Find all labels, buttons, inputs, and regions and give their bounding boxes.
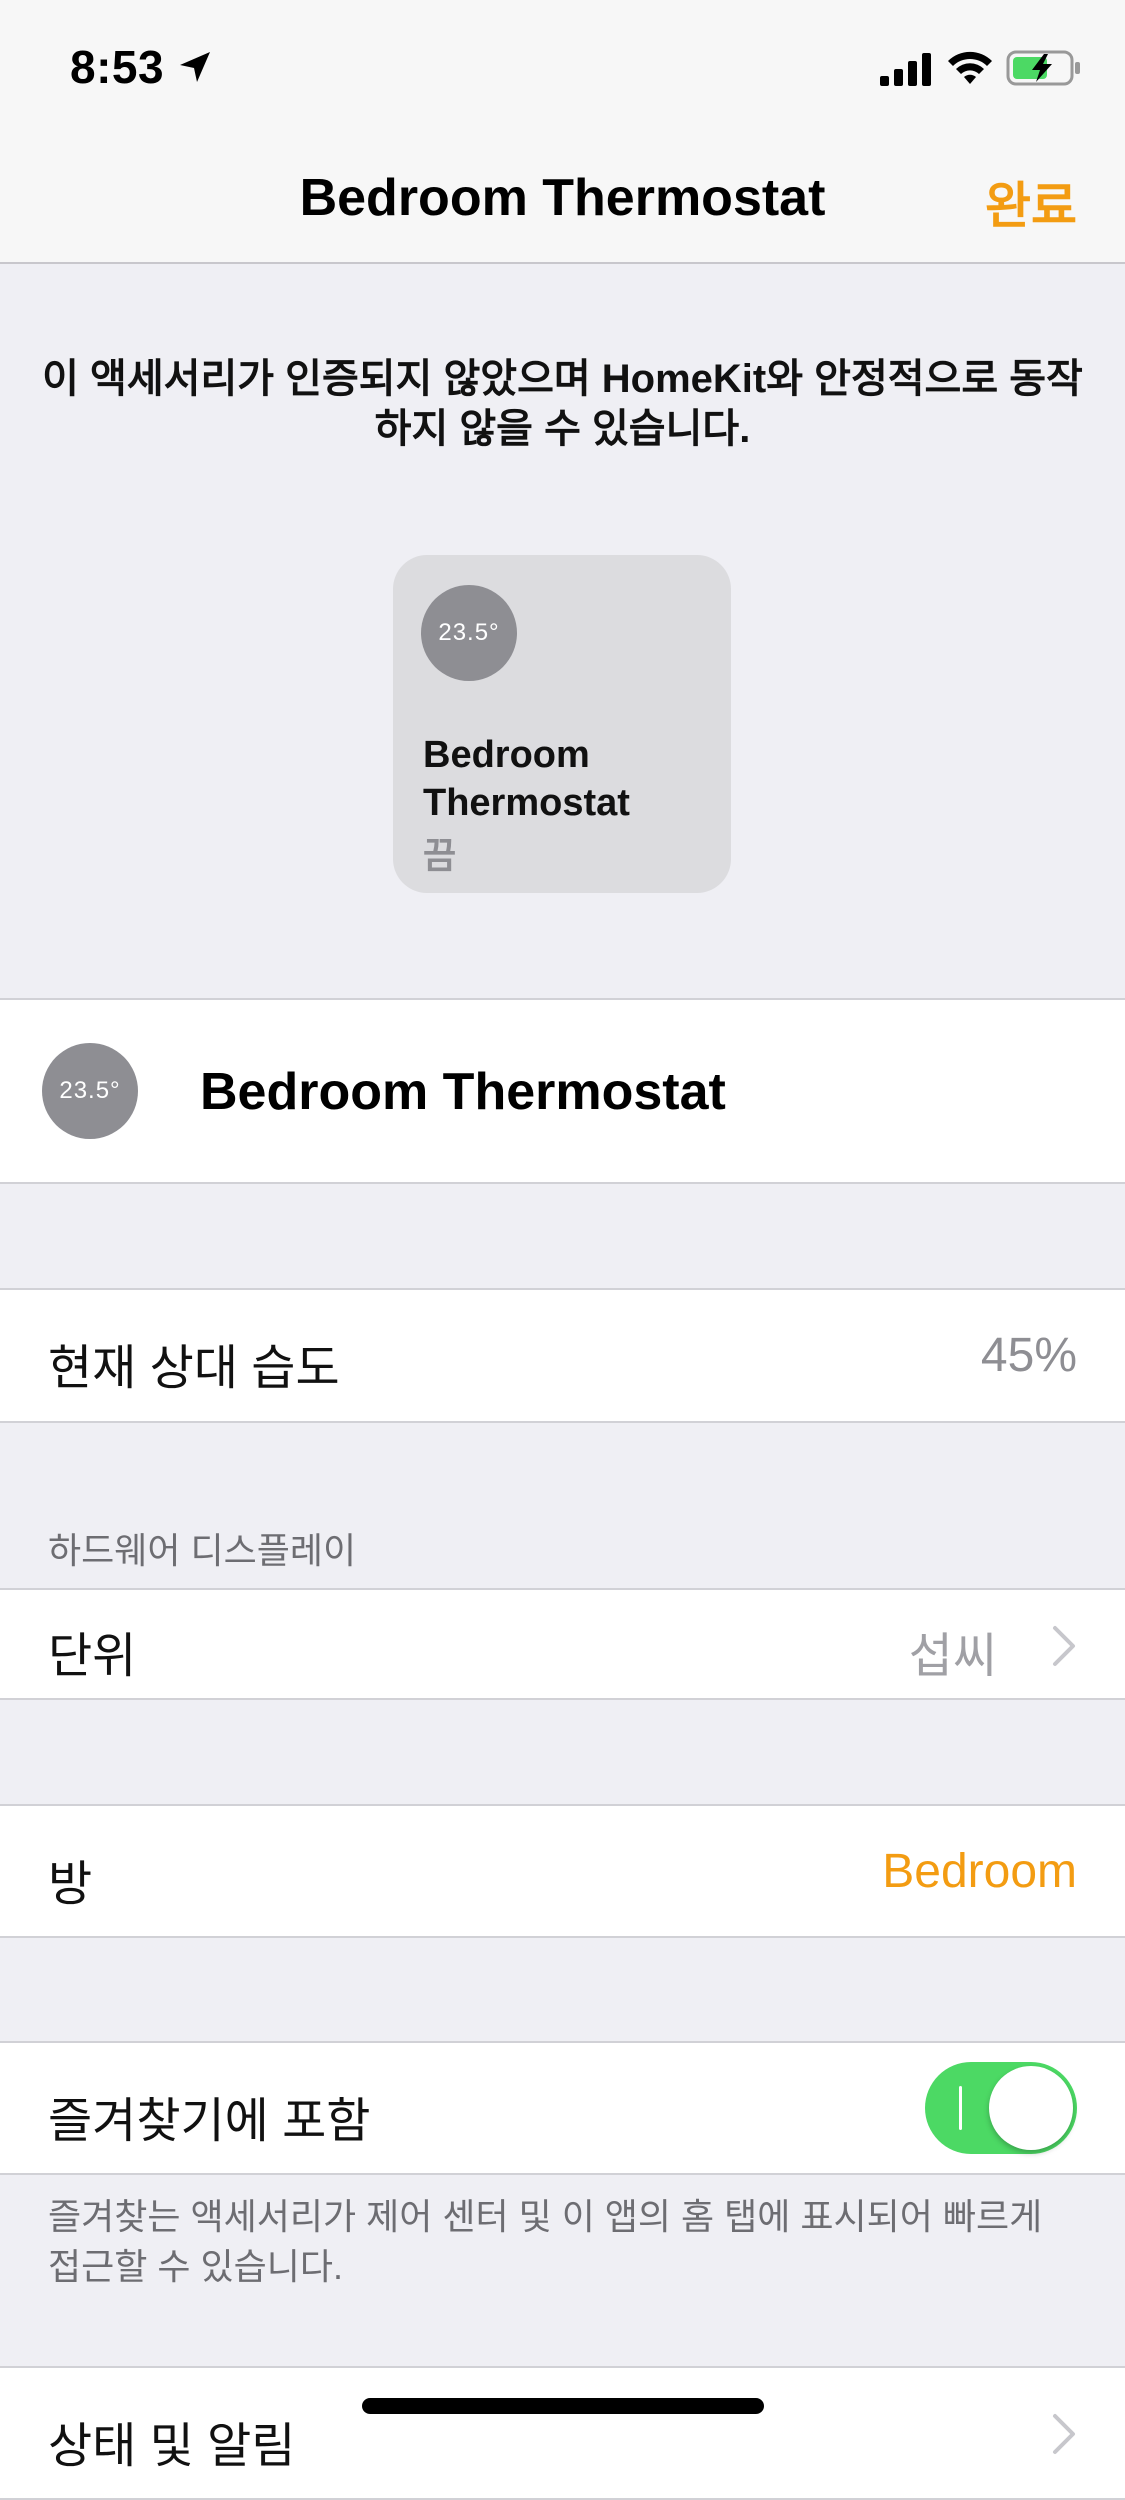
- accessory-tile[interactable]: 23.5° Bedroom Thermostat 끔: [393, 555, 731, 893]
- done-button[interactable]: 완료: [985, 166, 1077, 238]
- status-notifications-row[interactable]: 상태 및 알림: [0, 2366, 1125, 2500]
- location-arrow-icon: [180, 52, 210, 82]
- nav-title: Bedroom Thermostat: [299, 169, 826, 227]
- humidity-value: 45%: [980, 1329, 1077, 1382]
- home-indicator[interactable]: [362, 2398, 764, 2414]
- room-value[interactable]: Bedroom: [882, 1844, 1077, 1899]
- section-header-hardware-display: 하드웨어 디스플레이: [48, 1530, 357, 1571]
- unit-label: 단위: [48, 1630, 137, 1683]
- cellular-signal-icon: [880, 53, 931, 86]
- favorites-label: 즐겨찾기에 포함: [48, 2095, 371, 2148]
- humidity-label: 현재 상대 습도: [48, 1342, 340, 1395]
- tile-name: Bedroom Thermostat: [423, 734, 630, 824]
- accessory-name[interactable]: Bedroom Thermostat: [200, 1062, 726, 1122]
- unit-value: 섭씨: [908, 1630, 997, 1683]
- favorites-toggle[interactable]: [925, 2062, 1077, 2154]
- room-row[interactable]: 방 Bedroom: [0, 1804, 1125, 1938]
- toggle-on-mark: [959, 2086, 962, 2130]
- thermostat-icon: 23.5°: [42, 1043, 138, 1139]
- chevron-right-icon: [1053, 2414, 1075, 2454]
- room-label: 방: [48, 1858, 93, 1911]
- tile-status: 끔: [423, 835, 457, 876]
- status-notifications-label: 상태 및 알림: [48, 2420, 296, 2473]
- unit-row[interactable]: 단위 섭씨: [0, 1588, 1125, 1700]
- uncertified-warning: 이 액세서리가 인증되지 않았으며 HomeKit와 안정적으로 동작하지 않을…: [42, 357, 1083, 451]
- status-time: 8:53: [70, 41, 165, 93]
- humidity-row: 현재 상대 습도 45%: [0, 1288, 1125, 1423]
- wifi-icon: [948, 51, 992, 84]
- toggle-knob: [989, 2066, 1073, 2150]
- battery-charging-icon: [1006, 50, 1080, 86]
- favorites-note: 즐겨찾는 액세서리가 제어 센터 및 이 앱의 홈 탭에 표시되어 빠르게 접근…: [48, 2196, 1043, 2287]
- chevron-right-icon: [1053, 1626, 1075, 1666]
- thermostat-temp-badge: 23.5°: [421, 585, 517, 681]
